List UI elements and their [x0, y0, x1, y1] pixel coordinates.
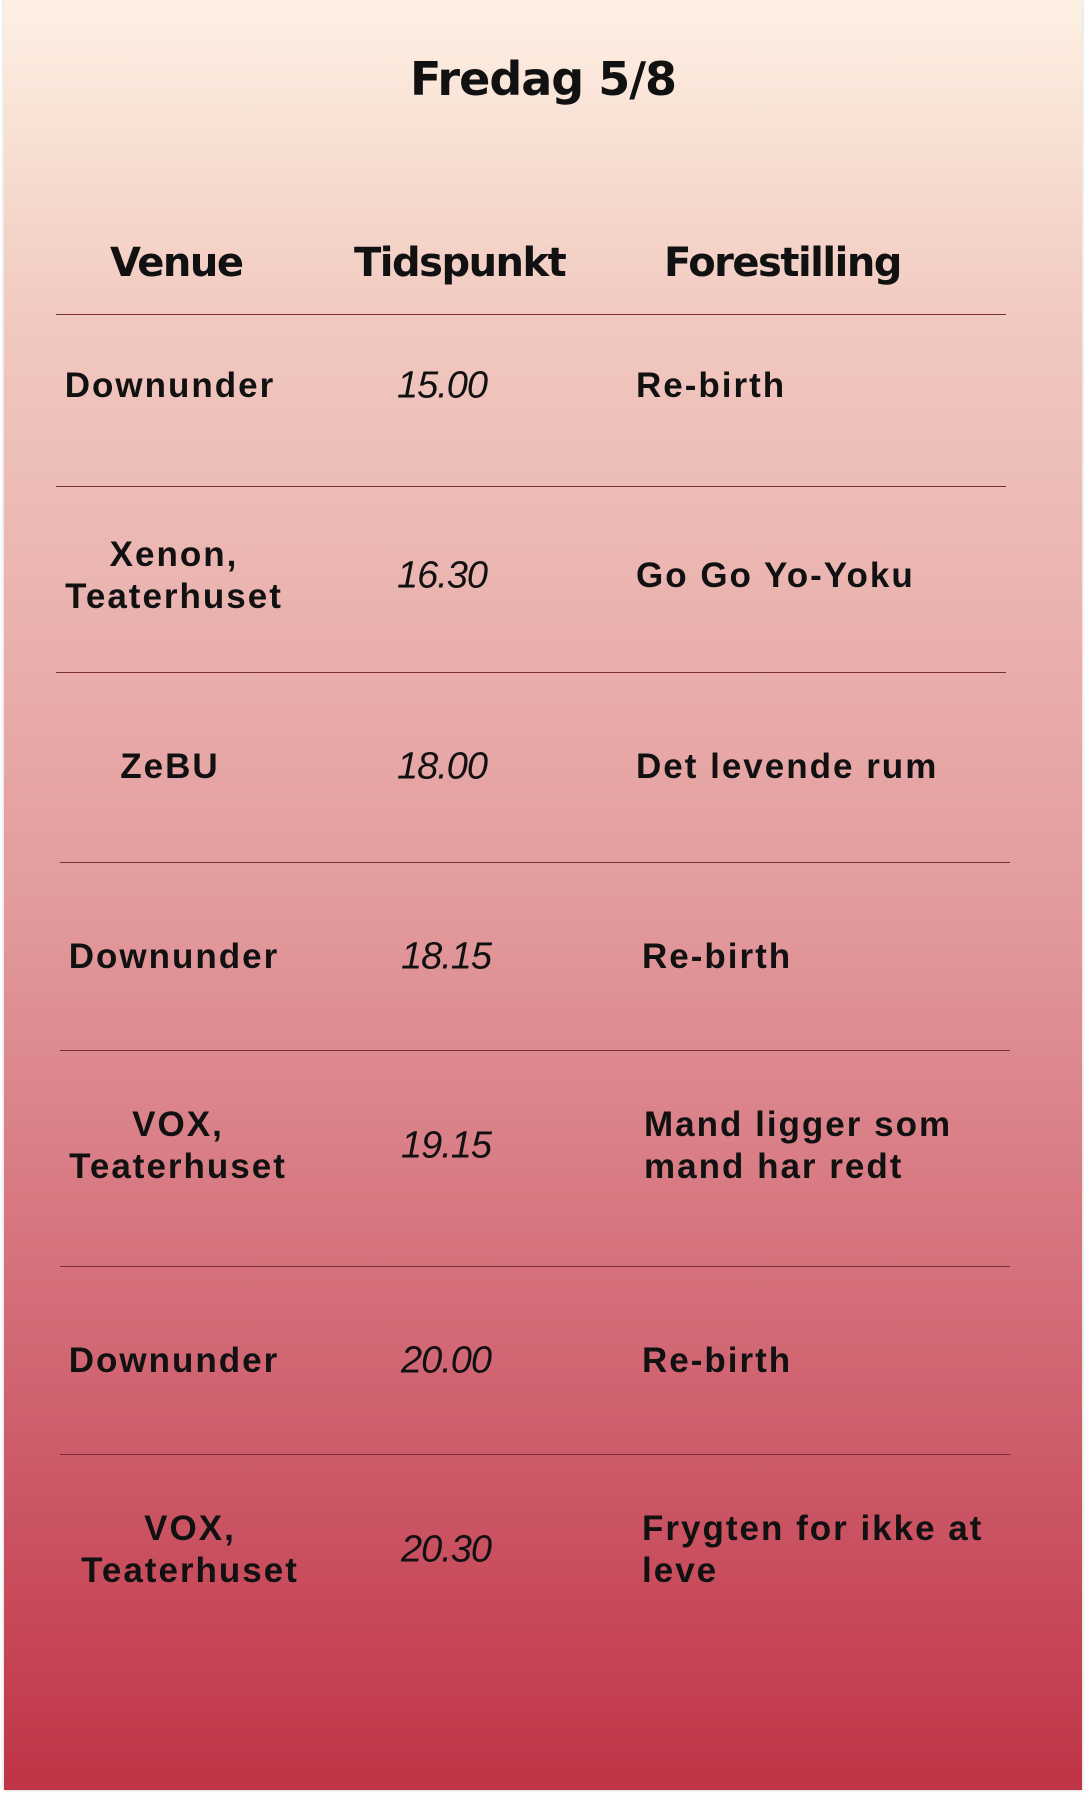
- divider: [60, 1454, 1010, 1455]
- schedule-row: Downunder 18.15 Re-birth: [4, 936, 1082, 978]
- schedule-row: VOX, Teaterhuset 19.15 Mand ligger som m…: [4, 1105, 1082, 1186]
- time-cell: 18.00: [396, 745, 488, 788]
- header-venue: Venue: [110, 240, 244, 286]
- show-cell: Det levende rum: [636, 747, 939, 786]
- divider: [56, 314, 1006, 315]
- time-cell: 20.00: [400, 1339, 492, 1382]
- time-cell: 20.30: [400, 1528, 492, 1571]
- divider: [60, 1050, 1010, 1051]
- show-cell: Re-birth: [642, 937, 793, 976]
- show-cell: Mand ligger som mand har redt: [644, 1105, 953, 1186]
- venue-cell: Downunder: [64, 366, 276, 405]
- time-cell: 18.15: [400, 935, 492, 978]
- schedule-row: ZeBU 18.00 Det levende rum: [4, 746, 1082, 788]
- divider: [56, 672, 1006, 673]
- venue-cell: VOX, Teaterhuset: [69, 1105, 287, 1186]
- venue-cell: Downunder: [68, 1341, 280, 1380]
- show-cell: Frygten for ikke at leve: [642, 1509, 984, 1590]
- header-time: Tidspunkt: [354, 240, 567, 286]
- divider: [60, 862, 1010, 863]
- show-cell: Re-birth: [642, 1341, 793, 1380]
- venue-cell: ZeBU: [120, 747, 220, 786]
- schedule-row: Downunder 20.00 Re-birth: [4, 1340, 1082, 1382]
- time-cell: 15.00: [396, 364, 488, 407]
- schedule-row: VOX, Teaterhuset 20.30 Frygten for ikke …: [4, 1509, 1082, 1590]
- header-show: Forestilling: [664, 240, 902, 286]
- time-cell: 16.30: [396, 554, 488, 597]
- venue-cell: VOX, Teaterhuset: [81, 1509, 299, 1590]
- divider: [60, 1266, 1010, 1267]
- page-title: Fredag 5/8: [409, 52, 677, 106]
- schedule-page: Fredag 5/8 Venue Tidspunkt Forestilling …: [4, 0, 1082, 1790]
- schedule-row: Xenon, Teaterhuset 16.30 Go Go Yo-Yoku: [4, 535, 1082, 616]
- venue-cell: Xenon, Teaterhuset: [65, 535, 283, 616]
- divider: [56, 486, 1006, 487]
- show-cell: Re-birth: [636, 366, 787, 405]
- show-cell: Go Go Yo-Yoku: [636, 556, 915, 595]
- schedule-row: Downunder 15.00 Re-birth: [4, 365, 1082, 407]
- time-cell: 19.15: [400, 1124, 492, 1167]
- venue-cell: Downunder: [68, 937, 280, 976]
